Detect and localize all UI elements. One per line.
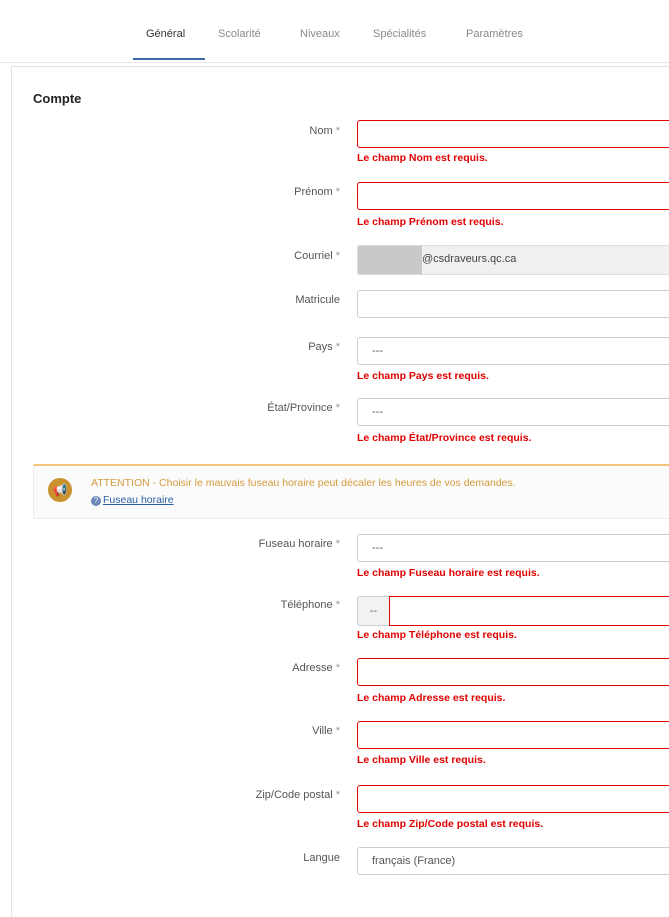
zip-error: Le champ Zip/Code postal est requis.: [357, 818, 544, 830]
email-redaction: [358, 246, 422, 274]
fuseau-label: Fuseau horaire *: [258, 538, 340, 550]
nom-input[interactable]: [357, 120, 669, 148]
prenom-error: Le champ Prénom est requis.: [357, 216, 504, 228]
matricule-label: Matricule: [295, 294, 340, 306]
courriel-label: Courriel *: [294, 250, 340, 262]
ville-input[interactable]: [357, 721, 669, 749]
email-domain: @csdraveurs.qc.ca: [422, 253, 517, 265]
langue-label: Langue: [303, 852, 340, 864]
tab-general[interactable]: Général: [146, 28, 185, 40]
alert-text: ATTENTION - Choisir le mauvais fuseau ho…: [91, 477, 516, 489]
etat-select[interactable]: ---: [357, 398, 669, 426]
megaphone-icon: 📢: [48, 478, 72, 502]
tab-niveaux[interactable]: Niveaux: [300, 28, 340, 40]
pays-label: Pays *: [308, 341, 340, 353]
fuseau-select[interactable]: ---: [357, 534, 669, 562]
adresse-input[interactable]: [357, 658, 669, 686]
active-tab-indicator: [133, 58, 205, 60]
telephone-input[interactable]: [389, 596, 669, 626]
telephone-label: Téléphone *: [280, 599, 340, 611]
nom-label: Nom *: [309, 125, 340, 137]
telephone-error: Le champ Téléphone est requis.: [357, 629, 517, 641]
zip-input[interactable]: [357, 785, 669, 813]
matricule-input[interactable]: [357, 290, 669, 318]
ville-label: Ville *: [312, 725, 340, 737]
tab-scolarite[interactable]: Scolarité: [218, 28, 261, 40]
section-title: Compte: [33, 91, 82, 106]
pays-select[interactable]: ---: [357, 337, 669, 365]
tab-specialites[interactable]: Spécialités: [373, 28, 426, 40]
adresse-error: Le champ Adresse est requis.: [357, 692, 506, 704]
nom-error: Le champ Nom est requis.: [357, 152, 488, 164]
fuseau-error: Le champ Fuseau horaire est requis.: [357, 567, 540, 579]
ville-error: Le champ Ville est requis.: [357, 754, 486, 766]
prenom-label: Prénom *: [294, 186, 340, 198]
tab-parametres[interactable]: Paramètres: [466, 28, 523, 40]
pays-error: Le champ Pays est requis.: [357, 370, 489, 382]
phone-country-code[interactable]: --: [357, 596, 389, 626]
help-icon: ?: [91, 496, 101, 506]
adresse-label: Adresse *: [292, 662, 340, 674]
langue-select[interactable]: français (France): [357, 847, 669, 875]
etat-error: Le champ État/Province est requis.: [357, 432, 532, 444]
etat-label: État/Province *: [267, 402, 340, 414]
courriel-field[interactable]: @csdraveurs.qc.ca: [357, 245, 669, 275]
timezone-help-link[interactable]: ? Fuseau horaire: [91, 494, 174, 506]
prenom-input[interactable]: [357, 182, 669, 210]
timezone-alert: 📢 ATTENTION - Choisir le mauvais fuseau …: [33, 464, 669, 519]
zip-label: Zip/Code postal *: [255, 789, 340, 801]
tab-bar: Général Scolarité Niveaux Spécialités Pa…: [0, 0, 669, 63]
